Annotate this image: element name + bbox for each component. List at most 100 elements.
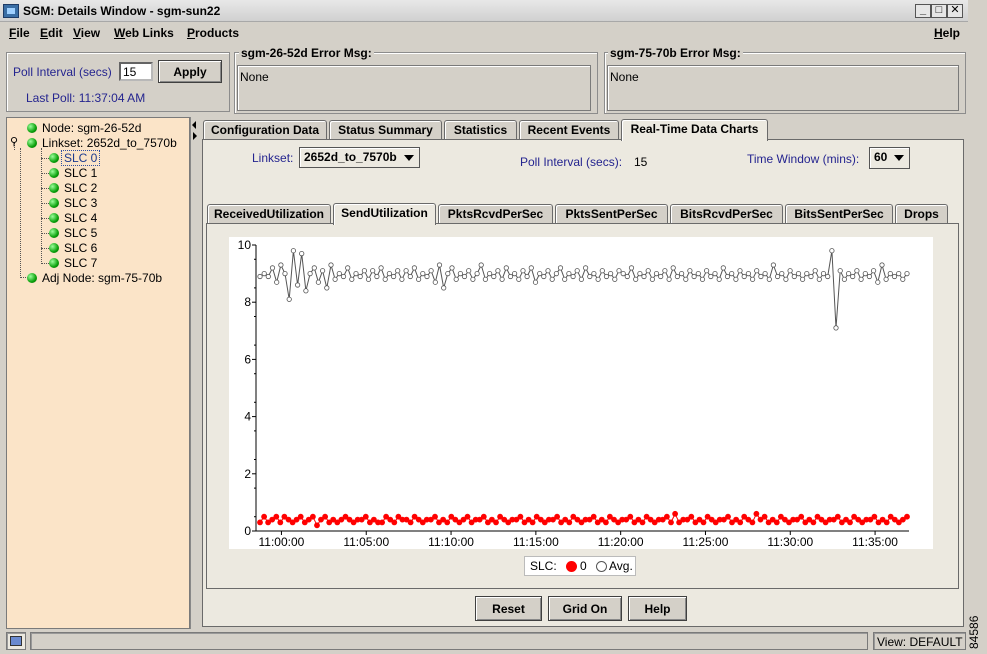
- tree-panel: Node: sgm-26-52d ⚲ Linkset: 2652d_to_757…: [6, 117, 190, 629]
- avg-point: [891, 273, 898, 280]
- slc-0-point: [322, 513, 328, 520]
- y-tick-label: 4: [244, 410, 251, 424]
- avg-point: [729, 270, 735, 277]
- avg-point: [574, 268, 580, 274]
- x-tick-label: 11:00:00: [259, 535, 305, 549]
- poll-interval-display-label: Poll Interval (secs):: [520, 155, 623, 169]
- avg-point: [641, 273, 647, 280]
- tree-linkset-label: Linkset: 2652d_to_7570b: [42, 136, 177, 150]
- minimize-button[interactable]: _: [915, 4, 931, 18]
- avg-point: [633, 276, 639, 282]
- slc-0-point: [273, 513, 280, 520]
- x-tick-label: 11:30:00: [767, 535, 813, 549]
- close-button[interactable]: ✕: [947, 4, 963, 18]
- slc-0-point: [379, 519, 385, 526]
- slc-0-point: [753, 510, 760, 517]
- chart-axes: 0 2 4 6 8 10 11:00:00 11:05:00 11:10:00 11:15:00 1…: [238, 238, 909, 549]
- avg-point: [461, 273, 468, 280]
- chevron-down-icon: [894, 155, 904, 161]
- tab-bits-sent-per-sec[interactable]: BitsSentPerSec: [785, 204, 893, 224]
- tab-pkts-rcvd-per-sec[interactable]: PktsRcvdPerSec: [438, 204, 553, 224]
- avg-point: [549, 276, 555, 282]
- menu-edit[interactable]: Edit: [40, 26, 63, 40]
- expand-key-icon[interactable]: ⚲: [10, 135, 18, 148]
- avg-point: [511, 270, 518, 277]
- tab-real-time-data-charts[interactable]: Real-Time Data Charts: [621, 119, 768, 141]
- avg-point: [503, 265, 509, 271]
- poll-panel: Poll Interval (secs) Apply Last Poll: 11…: [6, 52, 230, 112]
- avg-point: [357, 273, 363, 280]
- tab-received-utilization[interactable]: ReceivedUtilization: [207, 204, 331, 224]
- slc-0-point: [310, 513, 316, 520]
- avg-point: [290, 248, 297, 254]
- avg-point: [545, 268, 551, 274]
- avg-point: [578, 276, 584, 282]
- menu-file[interactable]: File: [9, 26, 30, 40]
- tab-pkts-sent-per-sec[interactable]: PktsSentPerSec: [555, 204, 668, 224]
- menu-web-links[interactable]: Web Links: [114, 26, 174, 40]
- tree-slc-label: SLC 3: [64, 196, 98, 210]
- tab-statistics[interactable]: Statistics: [444, 120, 517, 140]
- tab-bits-rcvd-per-sec[interactable]: BitsRcvdPerSec: [670, 204, 783, 224]
- status-green-icon: [49, 183, 59, 193]
- slc-0-point: [725, 513, 731, 520]
- maximize-button[interactable]: □: [931, 4, 947, 18]
- avg-point: [854, 268, 860, 274]
- collapse-left-icon[interactable]: [192, 121, 196, 129]
- grid-on-button[interactable]: Grid On: [548, 596, 622, 621]
- tab-send-utilization[interactable]: SendUtilization: [333, 203, 436, 225]
- menu-products[interactable]: Products: [187, 26, 239, 40]
- tab-status-summary[interactable]: Status Summary: [329, 120, 442, 140]
- slc-0-point: [493, 519, 499, 526]
- menu-view[interactable]: View: [73, 26, 100, 40]
- error-message-1: None: [237, 65, 591, 111]
- tree-adj-node-label: Adj Node: sgm-75-70b: [42, 271, 163, 285]
- reset-button[interactable]: Reset: [475, 596, 542, 621]
- legend-series-avg: Avg.: [609, 559, 633, 573]
- avg-point: [720, 265, 726, 271]
- avg-point: [457, 270, 463, 277]
- notes-icon: [10, 636, 22, 646]
- avg-point: [553, 270, 559, 277]
- avg-point: [887, 270, 893, 277]
- avg-point: [637, 270, 643, 277]
- splitter-handle[interactable]: [190, 117, 199, 629]
- avg-point: [628, 265, 635, 271]
- linkset-label: Linkset:: [252, 151, 294, 165]
- avg-point: [453, 276, 459, 282]
- tab-drops[interactable]: Drops: [895, 204, 948, 224]
- slc-0-point: [257, 519, 263, 526]
- avg-point: [703, 268, 710, 274]
- avg-point: [587, 273, 593, 280]
- linkset-dropdown[interactable]: 2652d_to_7570b: [299, 147, 420, 168]
- avg-point: [399, 276, 405, 282]
- avg-point: [883, 276, 889, 282]
- slc-0-point: [566, 519, 573, 526]
- avg-point: [829, 248, 835, 254]
- menu-help[interactable]: Help: [934, 26, 960, 40]
- avg-point: [353, 270, 359, 277]
- avg-point: [733, 276, 739, 282]
- avg-point: [566, 270, 572, 277]
- hollow-dot-icon: [596, 561, 607, 572]
- avg-point: [466, 268, 472, 274]
- avg-point: [699, 276, 706, 282]
- avg-point: [445, 270, 451, 277]
- tab-recent-events[interactable]: Recent Events: [519, 120, 619, 140]
- x-tick-label: 11:35:00: [852, 535, 898, 549]
- series-slc-0: [257, 510, 910, 529]
- avg-point: [507, 273, 514, 280]
- apply-button[interactable]: Apply: [158, 60, 222, 83]
- status-icon-box[interactable]: [6, 632, 26, 650]
- avg-point: [783, 276, 789, 282]
- avg-point: [299, 251, 305, 257]
- help-button[interactable]: Help: [628, 596, 687, 621]
- avg-point: [482, 276, 488, 282]
- slc-0-point: [883, 519, 890, 526]
- tab-configuration-data[interactable]: Configuration Data: [203, 120, 327, 140]
- collapse-right-icon[interactable]: [193, 132, 197, 140]
- status-green-icon: [27, 123, 37, 133]
- time-window-dropdown[interactable]: 60: [869, 147, 910, 169]
- slc-0-point: [444, 519, 451, 526]
- poll-interval-input[interactable]: [119, 62, 153, 81]
